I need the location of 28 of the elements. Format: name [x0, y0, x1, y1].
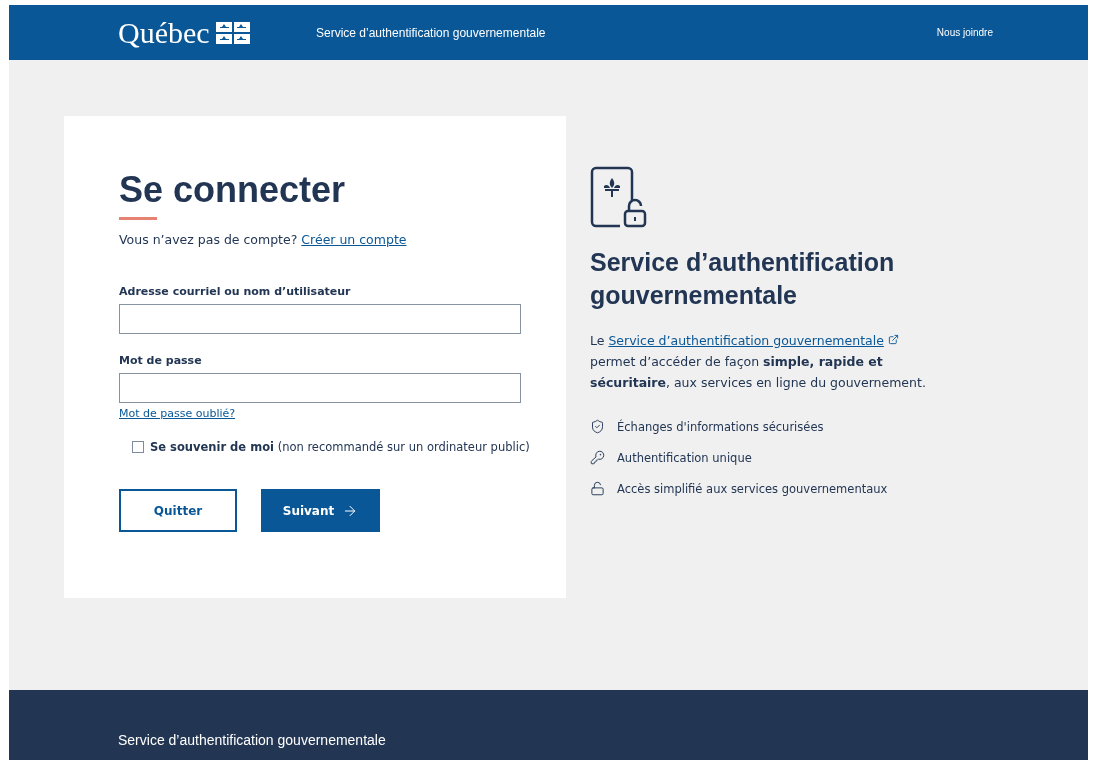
forgot-password-link[interactable]: Mot de passe oublié? [119, 407, 236, 420]
create-account-link[interactable]: Créer un compte [301, 232, 407, 247]
shield-icon [590, 419, 605, 434]
checkbox-label: Se souvenir de moi (non recommandé sur un ordinateur public) [150, 440, 530, 454]
feature-text: Authentification unique [617, 450, 752, 465]
service-title: Service d’authentification gouvernementale [590, 247, 896, 311]
page-title: Se connecter [119, 168, 347, 212]
signup-prompt: Vous n’avez pas de compte? Créer un compte [119, 232, 408, 247]
flag-icon [215, 21, 250, 44]
input-field[interactable] [119, 304, 521, 334]
field-label: Adresse courriel ou nom d’utilisateur [119, 285, 352, 298]
checkbox[interactable] [132, 441, 144, 453]
feature-text: Échanges d'informations sécurisées [617, 419, 824, 434]
field-label: Mot de passe [119, 354, 203, 367]
service-link[interactable]: Service d’authentification gouvernementale [608, 333, 884, 348]
feature-text: Accès simplifié aux services gouvernementaux [617, 481, 888, 496]
quit-button[interactable]: Quitter [119, 489, 237, 532]
key-icon [590, 450, 605, 465]
site-title: Service d’authentification gouvernementale [316, 25, 547, 40]
contact-link[interactable]: Nous joindre [936, 27, 993, 38]
service-description: Le Service d’authentification gouvernementale permet d’accéder de façon simple, rapide et sécuritaire, aux services en ligne du gouvernement. [590, 332, 927, 392]
next-button[interactable]: Suivant [261, 489, 380, 532]
secure-document-icon [590, 166, 648, 230]
input-field[interactable] [119, 373, 521, 403]
footer-title: Service d’authentification gouvernementale [118, 732, 386, 748]
external-link-icon [887, 334, 899, 345]
lock-icon [590, 481, 605, 496]
logo-text[interactable]: Québec [118, 15, 210, 50]
